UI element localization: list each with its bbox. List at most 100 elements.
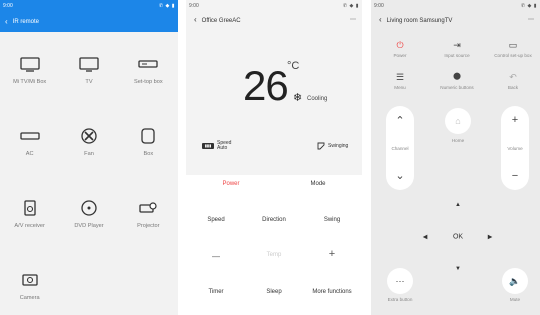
input-source-icon: ⇥ <box>453 40 461 50</box>
box-icon <box>141 128 155 144</box>
volume-label: Volume <box>507 146 523 151</box>
dpad-up-icon[interactable]: ▲ <box>455 202 461 208</box>
app-header: ‹ IR remote <box>0 11 178 32</box>
menu-button[interactable]: ☰ Menu <box>394 72 406 90</box>
status-icons: ✆ ◆ ▮ <box>520 3 537 9</box>
dpad-right-icon[interactable]: ▶ <box>488 234 493 241</box>
device-label: Set-top box <box>134 79 163 85</box>
app-header: ‹ Office GreeAC ⋯ <box>186 11 362 24</box>
ac-status-area: 9:00 ✆ ◆ ▮ ‹ Office GreeAC ⋯ 26 °C ❄ Cool… <box>186 0 362 175</box>
dpad-down-icon[interactable]: ▼ <box>455 266 461 272</box>
swing-button[interactable]: Swing <box>324 217 340 223</box>
device-projector[interactable]: Projector <box>119 176 178 248</box>
back-icon[interactable]: ‹ <box>194 15 197 24</box>
device-av-receiver[interactable]: A/V receiver <box>0 176 59 248</box>
mute-button[interactable]: 🔈 <box>502 268 528 294</box>
page-title: Living room SamsungTV <box>386 18 453 24</box>
back-icon[interactable]: ‹ <box>379 15 382 24</box>
status-bar: 9:00 ✆ ◆ ▮ <box>186 0 362 11</box>
fan-speed-icon: ▮▮▮ <box>202 143 214 149</box>
input-source-label: Input source <box>444 53 470 58</box>
input-source-button[interactable]: ⇥ Input source <box>444 40 469 58</box>
extra-button[interactable]: ⋯ <box>387 268 413 294</box>
back-arrow-icon: ↶ <box>509 72 517 82</box>
extra-button-label: Extra button <box>387 297 413 302</box>
device-label: Fan <box>84 151 94 157</box>
speaker-mute-icon: 🔈 <box>509 275 521 286</box>
back-button[interactable]: ↶ Back <box>508 72 518 90</box>
back-icon[interactable]: ‹ <box>5 17 8 26</box>
ac-icon <box>20 132 40 140</box>
device-fan[interactable]: Fan <box>59 104 118 176</box>
more-functions-button[interactable]: More functions <box>312 289 351 295</box>
more-icon[interactable]: ⋯ <box>528 16 534 23</box>
device-box[interactable]: Box <box>119 104 178 176</box>
power-icon: ⏻ <box>396 40 404 50</box>
device-camera[interactable]: Camera <box>0 248 59 315</box>
swing-status: Swinging <box>317 142 348 150</box>
more-dots-icon: ⋯ <box>395 275 405 286</box>
direction-button[interactable]: Direction <box>262 217 286 223</box>
sleep-button[interactable]: Sleep <box>266 289 281 295</box>
device-mi-tv-box[interactable]: Mi TV/Mi Box <box>0 32 59 104</box>
home-button[interactable]: ⌂ <box>445 108 471 134</box>
minus-icon[interactable]: − <box>512 170 518 182</box>
status-time: 9:00 <box>374 3 384 9</box>
device-ac[interactable]: AC <box>0 104 59 176</box>
ir-remote-screen: 9:00 ✆ ◆ ▮ ‹ IR remote Mi TV/Mi Box TV S… <box>0 0 178 315</box>
ok-button[interactable]: OK <box>453 234 463 241</box>
snowflake-icon: ❄ <box>293 92 303 104</box>
speed-status: ▮▮▮ Speed Auto <box>202 141 231 151</box>
fan-icon <box>81 128 97 144</box>
ac-remote-screen: 9:00 ✆ ◆ ▮ ‹ Office GreeAC ⋯ 26 °C ❄ Cool… <box>186 0 362 315</box>
mute-label: Mute <box>509 297 521 302</box>
app-header: ‹ Living room SamsungTV ⋯ <box>371 11 540 24</box>
av-receiver-icon <box>24 200 36 216</box>
swing-label: Swinging <box>328 143 349 149</box>
temperature-value: 26 <box>243 62 289 109</box>
temp-up-button[interactable]: + <box>329 248 335 260</box>
device-label: AC <box>25 151 34 157</box>
device-label: Box <box>143 151 154 157</box>
dpad-left-icon[interactable]: ◀ <box>423 234 428 241</box>
device-label: TV <box>85 79 93 85</box>
power-button[interactable]: ⏻ Power <box>393 40 406 58</box>
status-time: 9:00 <box>3 3 13 9</box>
device-tv[interactable]: TV <box>59 32 118 104</box>
control-set-up-box-button[interactable]: ▭ Control set-up box <box>494 40 532 58</box>
power-label: Power <box>393 53 407 58</box>
speed-value: Auto <box>217 145 228 151</box>
menu-icon: ☰ <box>395 72 405 82</box>
set-top-box-icon: ▭ <box>508 40 518 50</box>
device-label: DVD Player <box>74 223 104 229</box>
swing-icon <box>317 142 325 150</box>
timer-button[interactable]: Timer <box>208 289 223 295</box>
chevron-up-icon[interactable]: ⌃ <box>395 114 404 127</box>
device-set-top-box[interactable]: Set-top box <box>119 32 178 104</box>
chevron-down-icon[interactable]: ⌄ <box>395 169 404 182</box>
device-label: Projector <box>137 223 160 229</box>
power-button[interactable]: Power <box>222 181 239 187</box>
speed-button[interactable]: Speed <box>207 217 224 223</box>
menu-label: Menu <box>394 85 406 90</box>
device-label: Camera <box>19 295 40 301</box>
status-bar: 9:00 ✆ ◆ ▮ <box>0 0 178 11</box>
temp-label: Temp <box>266 252 282 258</box>
numeric-icon: ⬤ <box>453 73 461 80</box>
mode-button[interactable]: Mode <box>310 181 325 187</box>
status-time: 9:00 <box>189 3 199 9</box>
dvd-player-icon <box>81 200 97 216</box>
temperature-unit: °C <box>287 60 300 72</box>
set-top-box-icon <box>138 60 158 68</box>
status-icons: ✆ ◆ ▮ <box>342 3 359 9</box>
temp-down-button[interactable]: — <box>212 252 220 261</box>
more-icon[interactable]: ⋯ <box>350 16 356 23</box>
home-icon: ⌂ <box>455 116 461 126</box>
plus-icon[interactable]: + <box>512 114 518 126</box>
device-grid: Mi TV/Mi Box TV Set-top box AC Fan Box A… <box>0 32 178 315</box>
mode-status: Cooling <box>307 96 328 102</box>
channel-label: Channel <box>391 146 409 151</box>
camera-icon <box>22 274 38 286</box>
numeric-buttons-button[interactable]: ⬤ Numeric buttons <box>440 72 473 90</box>
device-dvd-player[interactable]: DVD Player <box>59 176 118 248</box>
